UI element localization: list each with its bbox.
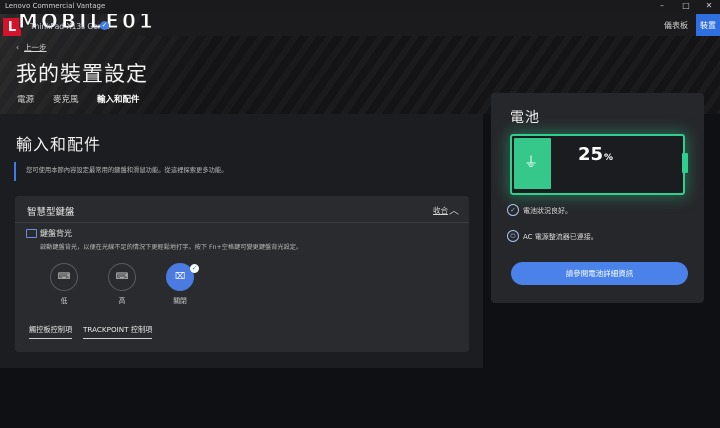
backlight-off-label: 關閉	[173, 297, 187, 305]
backlight-low-button[interactable]: ⌨	[50, 263, 78, 291]
backlight-off-icon: ⌧	[174, 272, 186, 282]
section-description: 您可使用本節內容設定最常用的鍵盤和滑鼠功能。從這裡探索更多功能。	[26, 167, 228, 174]
chevron-up-icon[interactable]: ︿	[449, 202, 459, 217]
smart-keyboard-header	[15, 196, 469, 223]
nav-device[interactable]: 裝置	[696, 14, 720, 36]
battery-details-label: 請參閱電池詳細資訊	[565, 269, 634, 278]
backlight-title: 鍵盤背光	[40, 229, 72, 238]
smart-keyboard-title: 智慧型鍵盤	[27, 207, 75, 218]
window-titlebar: Lenovo Commercial Vantage – □ ✕	[0, 0, 720, 14]
back-label: 上一步	[24, 43, 47, 52]
top-nav-bar	[140, 14, 720, 36]
backlight-low-label: 低	[60, 297, 68, 305]
selected-check-icon: ✓	[190, 264, 199, 273]
verified-check-icon: ✓	[100, 21, 109, 30]
backlight-high-button[interactable]: ⌨	[108, 263, 136, 291]
battery-title: 電池	[510, 110, 540, 126]
description-accent-bar	[14, 162, 16, 181]
touchpad-controls-link[interactable]: 觸控板控制項	[29, 325, 73, 339]
ac-adapter-icon: ⏻	[507, 230, 519, 242]
back-link[interactable]: ‹ 上一步	[16, 42, 47, 53]
minimize-button[interactable]: –	[652, 1, 672, 10]
chevron-left-icon: ‹	[16, 43, 19, 52]
battery-percent: 25	[578, 144, 604, 165]
device-name: ThinkPad X13s Gen 1	[30, 22, 110, 31]
tab-input-accessories[interactable]: 輸入和配件	[97, 93, 140, 105]
trackpoint-controls-link[interactable]: TRACKPOINT 控制項	[83, 325, 153, 339]
battery-details-button[interactable]: 請參閱電池詳細資訊	[511, 262, 688, 285]
backlight-low-icon: ⌨	[57, 272, 71, 282]
collapse-link[interactable]: 收合	[433, 205, 448, 216]
battery-terminal	[682, 153, 688, 173]
app-title: Lenovo Commercial Vantage	[5, 2, 106, 10]
backlight-description: 啟動鍵盤背光，以便在光線不足的情況下更輕鬆地打字。按下 Fn+空格鍵可變更鍵盤背…	[40, 244, 303, 251]
page-title: 我的裝置設定	[16, 62, 148, 86]
backlight-high-icon: ⌨	[115, 272, 129, 282]
maximize-button[interactable]: □	[676, 1, 696, 10]
keyboard-backlight-icon	[26, 229, 37, 238]
tab-microphone[interactable]: 麥克風	[53, 93, 79, 105]
battery-health-status: 電池狀況良好。	[523, 207, 572, 215]
close-button[interactable]: ✕	[699, 1, 719, 10]
ac-adapter-status: AC 電源整流器已連接。	[523, 233, 598, 241]
nav-device-label: 裝置	[700, 20, 716, 30]
tab-power[interactable]: 電源	[17, 93, 34, 105]
battery-percent-symbol: %	[604, 153, 614, 163]
check-circle-icon: ✓	[507, 204, 519, 216]
power-plug-icon: ⏚	[524, 155, 538, 171]
section-title: 輸入和配件	[16, 135, 102, 154]
backlight-high-label: 高	[118, 297, 126, 305]
nav-dashboard[interactable]: 儀表板	[664, 20, 688, 31]
